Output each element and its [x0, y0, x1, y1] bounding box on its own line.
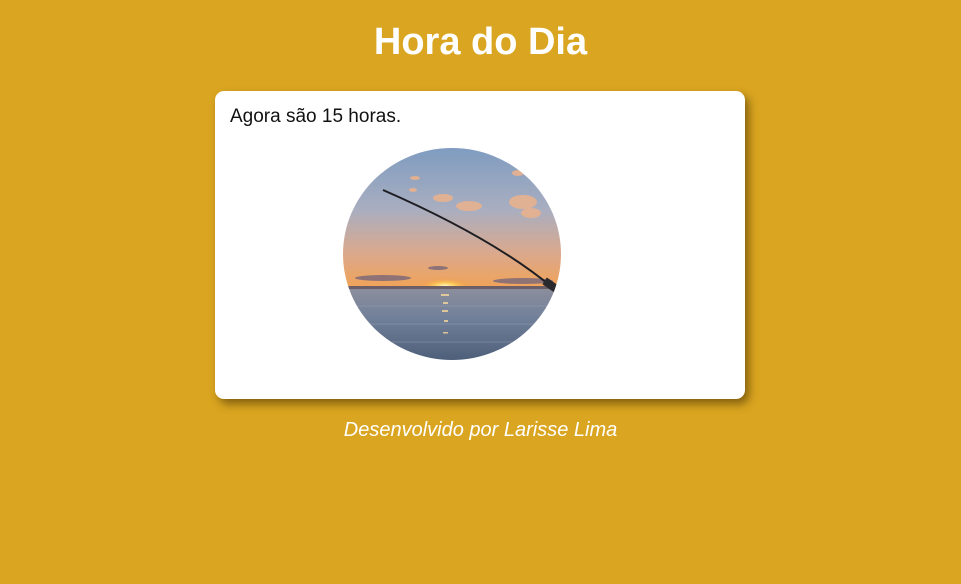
time-message: Agora são 15 horas.	[230, 106, 402, 127]
sunset-fishing-photo	[343, 148, 561, 360]
page-title: Hora do Dia	[373, 21, 588, 63]
footer-credit: Desenvolvido por Larisse Lima	[343, 419, 618, 441]
time-card: Agora são 15 horas.	[215, 91, 745, 399]
